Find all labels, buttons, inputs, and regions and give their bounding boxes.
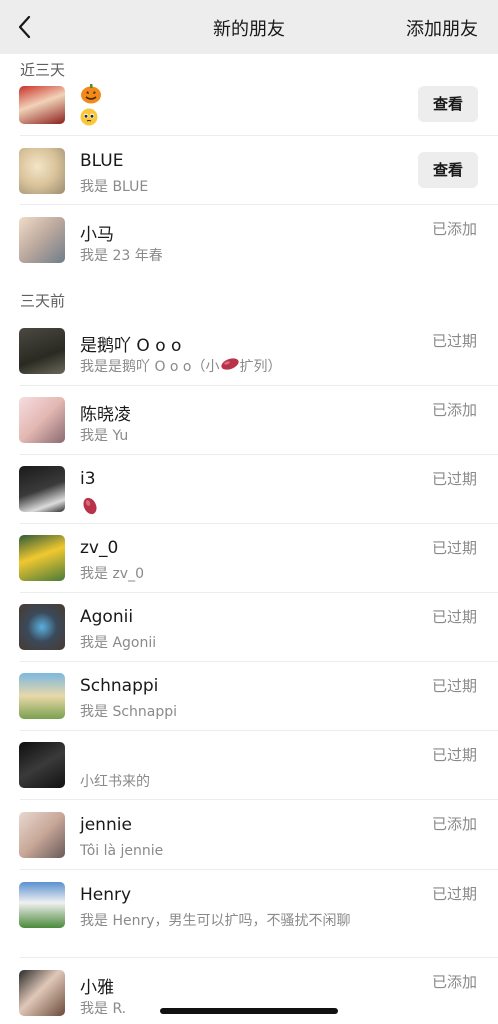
avatar <box>19 970 65 1016</box>
friend-request-row[interactable]: 查看 <box>0 84 498 136</box>
friend-message: 小红书来的 <box>80 774 150 790</box>
status-label: 已过期 <box>431 332 477 350</box>
friend-name: zv_0 <box>80 538 119 558</box>
avatar <box>19 328 65 374</box>
friend-name: jennie <box>80 815 132 835</box>
friend-name: 小雅 <box>80 978 114 998</box>
message-text: 扩列） <box>239 359 282 375</box>
avatar <box>19 673 65 719</box>
status-label: 已过期 <box>431 539 477 557</box>
friend-request-row[interactable]: 小红书来的 已过期 <box>0 731 498 800</box>
sweet-potato-emoji-icon <box>220 357 240 377</box>
status-label: 已添加 <box>431 401 477 419</box>
avatar <box>19 466 65 512</box>
avatar <box>19 882 65 928</box>
friend-name: 是鹅吖 O o o <box>80 336 182 356</box>
avatar <box>19 148 65 194</box>
section-header-older: 三天前 <box>0 285 498 317</box>
status-label: 已添加 <box>431 973 477 991</box>
friend-request-row[interactable]: 小马 我是 23 年春 已添加 <box>0 205 498 275</box>
friend-message: 我是 BLUE <box>80 179 149 195</box>
status-label: 已过期 <box>431 885 477 903</box>
home-indicator[interactable] <box>160 1008 338 1014</box>
friend-message: 我是 Schnappi <box>80 704 178 720</box>
friend-name: BLUE <box>80 151 124 171</box>
friend-message: 我是 Agonii <box>80 635 157 651</box>
friend-request-row[interactable]: zv_0 我是 zv_0 已过期 <box>0 524 498 593</box>
avatar <box>19 535 65 581</box>
status-label: 已过期 <box>431 470 477 488</box>
friend-name: Agonii <box>80 607 134 627</box>
message-text: 我是是鹅吖 O o o（小 <box>80 359 220 375</box>
pleading-face-emoji-icon <box>80 108 98 130</box>
avatar <box>19 604 65 650</box>
pumpkin-emoji-icon <box>80 84 102 108</box>
view-button[interactable]: 查看 <box>418 86 478 122</box>
status-label: 已过期 <box>431 677 477 695</box>
friend-request-row[interactable]: 陈晓凌 我是 Yu 已添加 <box>0 386 498 455</box>
avatar <box>19 812 65 858</box>
sweet-potato-emoji-icon <box>80 497 100 519</box>
friend-name: 陈晓凌 <box>80 405 131 425</box>
friend-request-row[interactable]: BLUE 我是 BLUE 查看 <box>0 136 498 205</box>
status-label: 已添加 <box>431 220 477 238</box>
status-label: 已添加 <box>431 815 477 833</box>
friend-message: 我是是鹅吖 O o o（小 扩列） <box>80 357 360 377</box>
avatar <box>19 397 65 443</box>
friend-request-row[interactable]: i3 已过期 <box>0 455 498 524</box>
friend-request-row[interactable]: jennie Tôi là jennie 已添加 <box>0 800 498 870</box>
friend-name: i3 <box>80 469 96 489</box>
friend-message: Tôi là jennie <box>80 843 164 859</box>
status-label: 已过期 <box>431 608 477 626</box>
friend-message: 我是 zv_0 <box>80 566 144 582</box>
friend-request-row[interactable]: Henry 我是 Henry，男生可以扩吗，不骚扰不闲聊 已过期 <box>0 870 498 958</box>
friend-request-row[interactable]: Agonii 我是 Agonii 已过期 <box>0 593 498 662</box>
friend-name: Henry <box>80 885 132 905</box>
status-label: 已过期 <box>431 746 477 764</box>
friend-message: 我是 Henry，男生可以扩吗，不骚扰不闲聊 <box>80 913 351 929</box>
navigation-bar: 新的朋友 添加朋友 <box>0 0 498 54</box>
view-button[interactable]: 查看 <box>418 152 478 188</box>
add-friend-button[interactable]: 添加朋友 <box>406 15 478 41</box>
avatar <box>19 742 65 788</box>
friend-request-row[interactable]: 小雅 我是 R. 已添加 <box>0 958 498 1024</box>
friend-request-row[interactable]: Schnappi 我是 Schnappi 已过期 <box>0 662 498 731</box>
friend-message: 我是 23 年春 <box>80 248 163 264</box>
friend-name: 小马 <box>80 225 114 245</box>
friend-request-row[interactable]: 是鹅吖 O o o 我是是鹅吖 O o o（小 扩列） 已过期 <box>0 317 498 386</box>
friend-message: 我是 Yu <box>80 428 129 444</box>
avatar <box>19 86 65 124</box>
avatar <box>19 217 65 263</box>
section-header-recent: 近三天 <box>0 54 498 86</box>
friend-name: Schnappi <box>80 676 159 696</box>
